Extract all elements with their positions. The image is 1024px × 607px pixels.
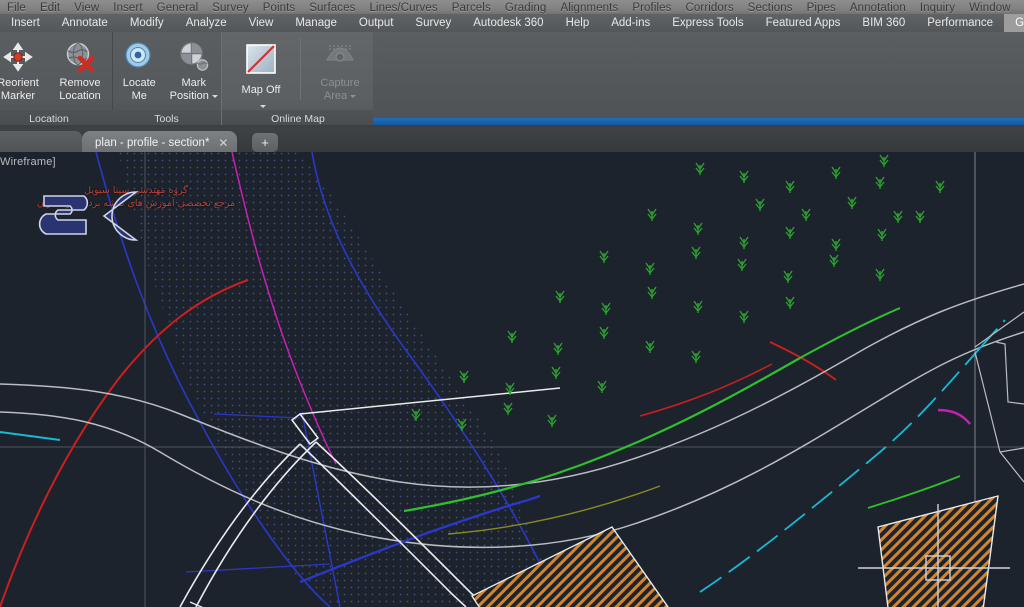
drawing-graphics — [0, 152, 1024, 607]
ribbon-panel-area: Reorient Marker Remove Location Location… — [0, 32, 1024, 128]
remove-location-globe-icon — [63, 40, 97, 74]
remove-location-label-2: Location — [59, 90, 101, 102]
locate-me-button[interactable]: Locate Me — [112, 34, 167, 103]
ribbon-empty-area — [373, 32, 1024, 118]
ribbon-tab-featured-apps[interactable]: Featured Apps — [755, 14, 852, 32]
ribbon-panel-location: Reorient Marker Remove Location Location — [0, 32, 113, 128]
ribbon-tab-performance[interactable]: Performance — [916, 14, 1004, 32]
menu-item-inquiry[interactable]: Inquiry — [913, 2, 962, 14]
reorient-marker-button[interactable]: Reorient Marker — [0, 34, 49, 103]
ribbon-tab-manage[interactable]: Manage — [284, 14, 348, 32]
watermark-logo-icon — [38, 191, 139, 241]
menu-item-sections[interactable]: Sections — [741, 2, 800, 14]
ribbon-tab-geolocation[interactable]: Geolocation — [1004, 14, 1024, 32]
ribbon-tab-bar[interactable]: Insert Annotate Modify Analyze View Manage Out… — [0, 14, 1024, 33]
ribbon-tab-analyze[interactable]: Analyze — [175, 14, 238, 32]
map-off-dropdown-arrow[interactable] — [259, 105, 266, 109]
panel-label-location: Location — [0, 110, 112, 128]
tab-stub-previous[interactable] — [0, 131, 82, 154]
menu-item-survey[interactable]: Survey — [205, 2, 255, 14]
capture-area-dropdown-arrow[interactable] — [350, 94, 357, 98]
classic-menu-bar[interactable]: File Edit View Insert General Survey Points Sur… — [0, 0, 1024, 14]
menu-item-window[interactable]: Window — [962, 2, 1018, 14]
drawing-viewport[interactable]: Wireframe] گروه مهندسی سپتا سیویل مرجع ت… — [0, 152, 1024, 607]
ribbon-accent-strip — [373, 118, 1024, 125]
ribbon-tab-survey[interactable]: Survey — [404, 14, 462, 32]
mark-position-label-1: Mark — [181, 77, 206, 89]
map-off-icon — [244, 42, 278, 76]
ribbon-tab-autodesk-360[interactable]: Autodesk 360 — [462, 14, 554, 32]
menu-item-grading[interactable]: Grading — [498, 2, 554, 14]
locate-me-target-icon — [122, 40, 156, 74]
document-tab-plan-profile-section[interactable]: plan - profile - section* ✕ — [82, 131, 238, 154]
mark-position-dropdown-arrow[interactable] — [211, 94, 218, 98]
ribbon-tab-output[interactable]: Output — [348, 14, 405, 32]
reorient-marker-label-1: Reorient — [0, 77, 39, 89]
ribbon-tab-insert[interactable]: Insert — [0, 14, 51, 32]
close-icon[interactable]: ✕ — [218, 137, 228, 149]
remove-location-label-1: Remove — [59, 77, 101, 89]
menu-item-surfaces[interactable]: Surfaces — [302, 2, 362, 14]
panel-label-tools: Tools — [112, 110, 221, 128]
reorient-marker-icon — [1, 40, 35, 74]
reorient-marker-label-2: Marker — [0, 90, 36, 102]
ribbon-panel-online-map: Map Off Capture Area Online Map — [221, 32, 375, 128]
ribbon-tab-add-ins[interactable]: Add-ins — [600, 14, 661, 32]
capture-area-icon — [323, 40, 357, 74]
ribbon-tab-view[interactable]: View — [238, 14, 285, 32]
menu-item-pipes[interactable]: Pipes — [800, 2, 843, 14]
viewport-label: Wireframe] — [0, 156, 56, 168]
menu-item-insert[interactable]: Insert — [106, 2, 149, 14]
mark-position-label-2: Position — [169, 90, 209, 102]
menu-item-view[interactable]: View — [67, 2, 106, 14]
menu-item-alignments[interactable]: Alignments — [553, 2, 625, 14]
capture-area-button[interactable]: Capture Area — [307, 34, 373, 103]
document-tab-label: plan - profile - section* — [95, 136, 210, 149]
autocad-civil3d-window: File Edit View Insert General Survey Points Sur… — [0, 0, 1024, 607]
menu-item-profiles[interactable]: Profiles — [625, 2, 678, 14]
mark-position-icon — [177, 40, 211, 74]
ribbon-panel-tools: Locate Me Mark Position Tools — [112, 32, 222, 128]
map-off-label: Map Off — [241, 84, 281, 96]
menu-item-general[interactable]: General — [150, 2, 206, 14]
watermark: گروه مهندسی سپتا سیویل مرجع تخصصی آموزش … — [36, 184, 236, 241]
menu-item-annotation[interactable]: Annotation — [843, 2, 913, 14]
menu-item-points[interactable]: Points — [256, 2, 303, 14]
survey-area-hatch — [96, 152, 560, 607]
menu-item-lines-curves[interactable]: Lines/Curves — [362, 2, 444, 14]
menu-item-edit[interactable]: Edit — [33, 2, 67, 14]
document-tab-bar[interactable]: plan - profile - section* ✕ + — [0, 128, 1024, 154]
ribbon-tab-annotate[interactable]: Annotate — [51, 14, 119, 32]
tab-bar-filler — [278, 128, 1024, 154]
ribbon-tab-express-tools[interactable]: Express Tools — [661, 14, 754, 32]
capture-area-label-1: Capture — [320, 77, 360, 89]
menu-item-corridors[interactable]: Corridors — [678, 2, 740, 14]
menu-item-file[interactable]: File — [0, 2, 33, 14]
mark-position-button[interactable]: Mark Position — [167, 34, 222, 103]
remove-location-button[interactable]: Remove Location — [49, 34, 111, 103]
panel-label-online-map: Online Map — [222, 110, 374, 128]
locate-me-label-2: Me — [131, 90, 147, 102]
capture-area-label-2: Area — [323, 90, 348, 102]
panel-divider — [300, 38, 301, 100]
map-off-button[interactable]: Map Off — [228, 34, 294, 116]
menu-item-parcels[interactable]: Parcels — [445, 2, 498, 14]
ribbon-tab-bim-360[interactable]: BIM 360 — [851, 14, 916, 32]
ribbon-tab-modify[interactable]: Modify — [119, 14, 175, 32]
new-tab-button[interactable]: + — [252, 133, 278, 152]
ribbon-tab-help[interactable]: Help — [555, 14, 601, 32]
locate-me-label-1: Locate — [122, 77, 156, 89]
